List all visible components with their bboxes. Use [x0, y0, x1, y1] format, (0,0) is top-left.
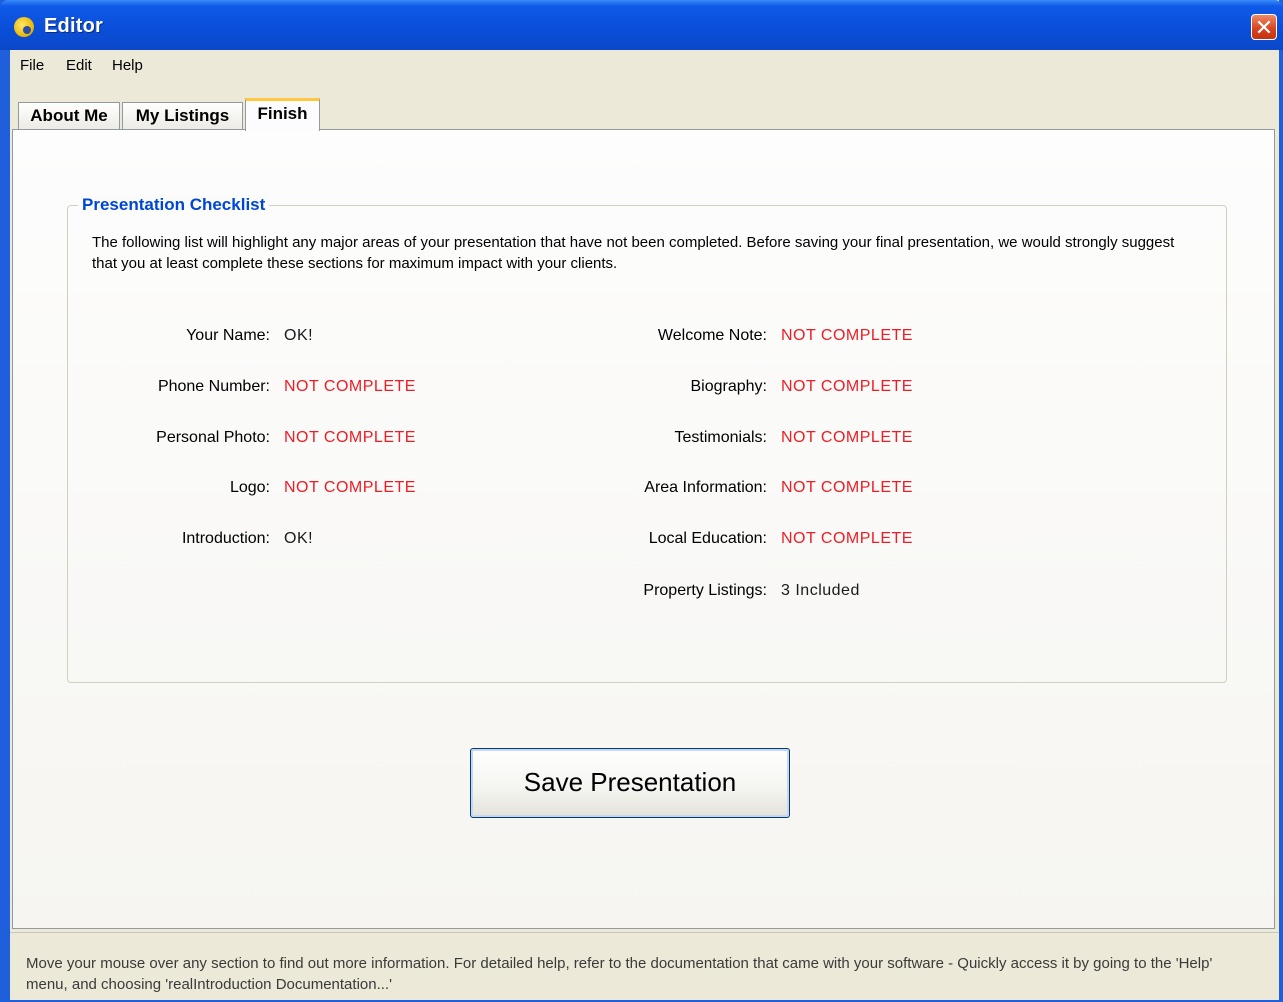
menu-file[interactable]: File: [20, 57, 44, 74]
checklist-title: Presentation Checklist: [78, 195, 270, 215]
status-local-education: NOT COMPLETE: [781, 530, 913, 547]
status-personal-photo: NOT COMPLETE: [284, 429, 416, 446]
status-introduction: OK!: [284, 530, 314, 547]
status-phone-number: NOT COMPLETE: [284, 378, 416, 395]
close-button[interactable]: ✕: [1251, 14, 1277, 40]
label-logo: Logo:: [229, 479, 270, 496]
tab-finish[interactable]: Finish: [245, 98, 320, 131]
label-area-information: Area Information:: [644, 479, 767, 496]
status-your-name: OK!: [284, 327, 314, 344]
title-bar[interactable]: Editor ✕: [0, 0, 1283, 50]
label-phone-number: Phone Number:: [157, 378, 270, 395]
help-text: Move your mouse over any section to find…: [26, 955, 1213, 993]
app-icon: [14, 17, 34, 37]
label-your-name: Your Name:: [186, 327, 270, 344]
tab-my-listings[interactable]: My Listings: [122, 102, 243, 129]
menu-bar: File Edit Help: [10, 50, 1279, 80]
label-introduction: Introduction:: [181, 530, 270, 547]
label-property-listings: Property Listings:: [643, 582, 767, 599]
checklist-intro: The following list will highlight any ma…: [92, 234, 1175, 272]
save-presentation-button[interactable]: Save Presentation: [470, 748, 790, 818]
label-personal-photo: Personal Photo:: [156, 429, 270, 446]
status-biography: NOT COMPLETE: [781, 378, 913, 395]
status-welcome-note: NOT COMPLETE: [781, 327, 913, 344]
status-area-information: NOT COMPLETE: [781, 479, 913, 496]
label-local-education: Local Education:: [648, 530, 767, 547]
help-status-bar: Move your mouse over any section to find…: [10, 932, 1279, 1000]
label-welcome-note: Welcome Note:: [657, 327, 767, 344]
label-biography: Biography:: [690, 378, 768, 395]
status-testimonials: NOT COMPLETE: [781, 429, 913, 446]
status-property-listings: 3 Included: [781, 582, 860, 599]
label-testimonials: Testimonials:: [674, 429, 767, 446]
status-logo: NOT COMPLETE: [284, 479, 416, 496]
presentation-checklist-group: Presentation Checklist The following lis…: [67, 195, 1227, 683]
menu-help[interactable]: Help: [112, 57, 143, 74]
tab-about-me[interactable]: About Me: [18, 102, 120, 129]
window-title: Editor: [44, 15, 103, 37]
finish-tab-panel: Presentation Checklist The following lis…: [12, 129, 1275, 929]
menu-edit[interactable]: Edit: [66, 57, 92, 74]
